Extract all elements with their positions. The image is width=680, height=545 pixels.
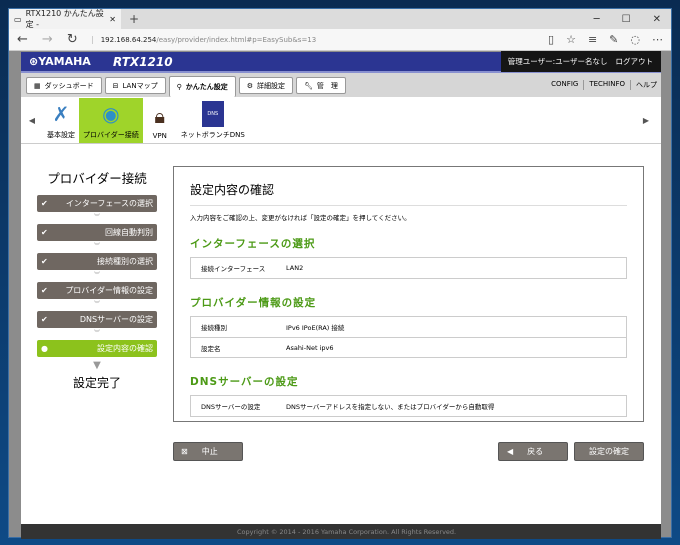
wand-icon: ⚲ [176,83,182,91]
current-dot-icon: ● [41,344,48,353]
step-dns: ✔ DNSサーバーの設定 [37,311,157,328]
share-icon[interactable]: ◌ [630,33,640,46]
main-nav: ▦ ダッシュボード ⊟ LANマップ ⚲ かんたん設定 ⚙ 詳細設定 🔧︎ 管 理 CON… [21,73,661,97]
refresh-icon[interactable]: ↻ [67,32,78,47]
scroll-right-icon[interactable]: ▶ [635,116,657,125]
table-row: 接続インターフェース LAN2 [201,264,304,273]
hub-icon[interactable]: ≡ [588,33,597,46]
back-button[interactable]: ◀ 戻る [498,442,568,461]
cancel-icon: ⊠ [181,447,188,456]
favorite-icon[interactable]: ☆ [566,33,576,46]
check-icon: ✔ [41,199,48,208]
tab-lan-map[interactable]: ⊟ LANマップ [104,77,166,94]
step-provider-info: ✔ プロバイダー情報の設定 [37,282,157,299]
step-confirm: ● 設定内容の確認 [37,340,157,357]
note-icon[interactable]: ✎ [609,33,618,46]
tab-dashboard[interactable]: ▦ ダッシュボード [26,77,102,94]
back-arrow-icon: ◀ [507,447,514,456]
step-connection-type: ✔ 接続種別の選択 [37,253,157,270]
router-page: ⊛YAMAHA RTX1210 管理ユーザー:ユーザー名なし ログアウト ▦ ダッシ… [21,51,661,539]
step-auto-detect: ✔ 回線自動判別 [37,224,157,241]
close-tab-icon[interactable]: ✕ [109,15,116,24]
tools-icon: ✗ [52,101,70,126]
check-icon: ✔ [41,286,48,295]
minimize-icon[interactable]: ─ [594,14,600,25]
cancel-button[interactable]: ⊠ 中止 [173,442,243,461]
gear-icon: ⚙ [246,81,254,90]
panel-title: 設定内容の確認 [190,181,627,206]
scroll-left-icon[interactable]: ◀ [21,116,43,125]
section-title: DNSサーバーの設定 [190,376,299,388]
tab-easy-setup[interactable]: ⚲ かんたん設定 [168,76,236,97]
instructions: 入力内容をご確認の上、変更がなければ「設定の確定」を押してください。 [190,214,411,222]
vpn-item[interactable]: 🔒︎ VPN [143,98,177,143]
address-bar: ← → ↻ 192.168.64.254/easy/provider/index.h… [9,29,671,51]
check-icon: ✔ [41,228,48,237]
dns-table: DNSサーバーの設定 DNSサーバーアドレスを指定しない、またはプロバイダーから自… [190,395,627,417]
section-title: プロバイダー情報の設定 [190,297,317,309]
table-row: 接続種別 IPv6 IPoE(RA) 接続 [201,324,345,332]
tab-bar: ▭ RTX1210 かんたん設定 - ✕ + ─ ☐ ✕ [9,9,671,29]
lan-map-icon: ⊟ [112,81,119,90]
logout-link[interactable]: ログアウト [616,56,654,67]
interface-table: 接続インターフェース LAN2 [190,257,627,279]
confirm-button[interactable]: 設定の確定 [574,442,644,461]
yamaha-logo: ⊛YAMAHA [29,55,91,68]
down-arrow-icon: ▼ [93,360,101,371]
dashboard-icon: ▦ [34,81,41,90]
reading-view-icon[interactable]: ▯ [548,33,554,46]
tab-title: RTX1210 かんたん設定 - [25,9,104,29]
lock-icon: 🔒︎ [154,103,166,128]
config-link[interactable]: CONFIG [551,80,578,90]
more-icon[interactable]: ⋯ [652,33,663,46]
user-label: 管理ユーザー:ユーザー名なし [507,57,608,66]
footer: Copyright © 2014 - 2016 Yamaha Corporati… [21,524,661,539]
help-link[interactable]: ヘルプ [630,80,657,90]
provider-table: 接続種別 IPv6 IPoE(RA) 接続 設定名 Asahi-Net ipv6 [190,316,627,358]
header: ⊛YAMAHA RTX1210 管理ユーザー:ユーザー名なし ログアウト [21,51,661,73]
back-icon[interactable]: ← [17,32,28,47]
new-tab-icon[interactable]: + [129,12,139,26]
close-window-icon[interactable]: ✕ [653,14,661,25]
wizard-steps: プロバイダー接続 ✔ インターフェースの選択 ︾ ✔ 回線自動判別 ︾ ✔ 接続種別の選択… [37,168,157,391]
table-row: DNSサーバーの設定 DNSサーバーアドレスを指定しない、またはプロバイダーから自… [201,403,495,411]
check-icon: ✔ [41,257,48,266]
tab-management[interactable]: 🔧︎ 管 理 [296,77,346,94]
globe-icon: ◉ [102,101,120,126]
provider-item[interactable]: ◉ プロバイダー接続 [79,97,143,143]
dns-service-icon: DNS [201,100,224,127]
model-name: RTX1210 [113,54,173,69]
url-field[interactable]: 192.168.64.254/easy/provider/index.html#… [91,35,316,44]
maximize-icon[interactable]: ☐ [622,14,631,25]
netvolante-dns-item[interactable]: DNS ネットボランチDNS [177,98,249,143]
sidebar-title: プロバイダー接続 [47,171,147,186]
browser-tab[interactable]: ▭ RTX1210 かんたん設定 - ✕ [9,9,121,29]
confirm-panel: 設定内容の確認 入力内容をご確認の上、変更がなければ「設定の確定」を押してくださ… [173,166,644,422]
check-icon: ✔ [41,315,48,324]
step-interface: ✔ インターフェースの選択 [37,195,157,212]
tab-advanced[interactable]: ⚙ 詳細設定 [238,77,294,94]
forward-icon[interactable]: → [42,32,53,47]
browser-window: ▭ RTX1210 かんたん設定 - ✕ + ─ ☐ ✕ ← → ↻ 192.168.64… [8,8,672,539]
section-title: インターフェースの選択 [190,238,316,250]
feature-icons: ◀ ✗ 基本設定 ◉ プロバイダー接続 🔒︎ VPN DNS ネットボランチDNS ▶ [21,97,661,144]
techinfo-link[interactable]: TECHINFO [583,80,625,90]
page-icon: ▭ [14,14,22,24]
wrench-icon: 🔧︎ [304,81,313,90]
table-row: 設定名 Asahi-Net ipv6 [191,337,626,357]
step-complete: 設定完了 [72,376,121,390]
basic-settings-item[interactable]: ✗ 基本設定 [43,98,79,143]
